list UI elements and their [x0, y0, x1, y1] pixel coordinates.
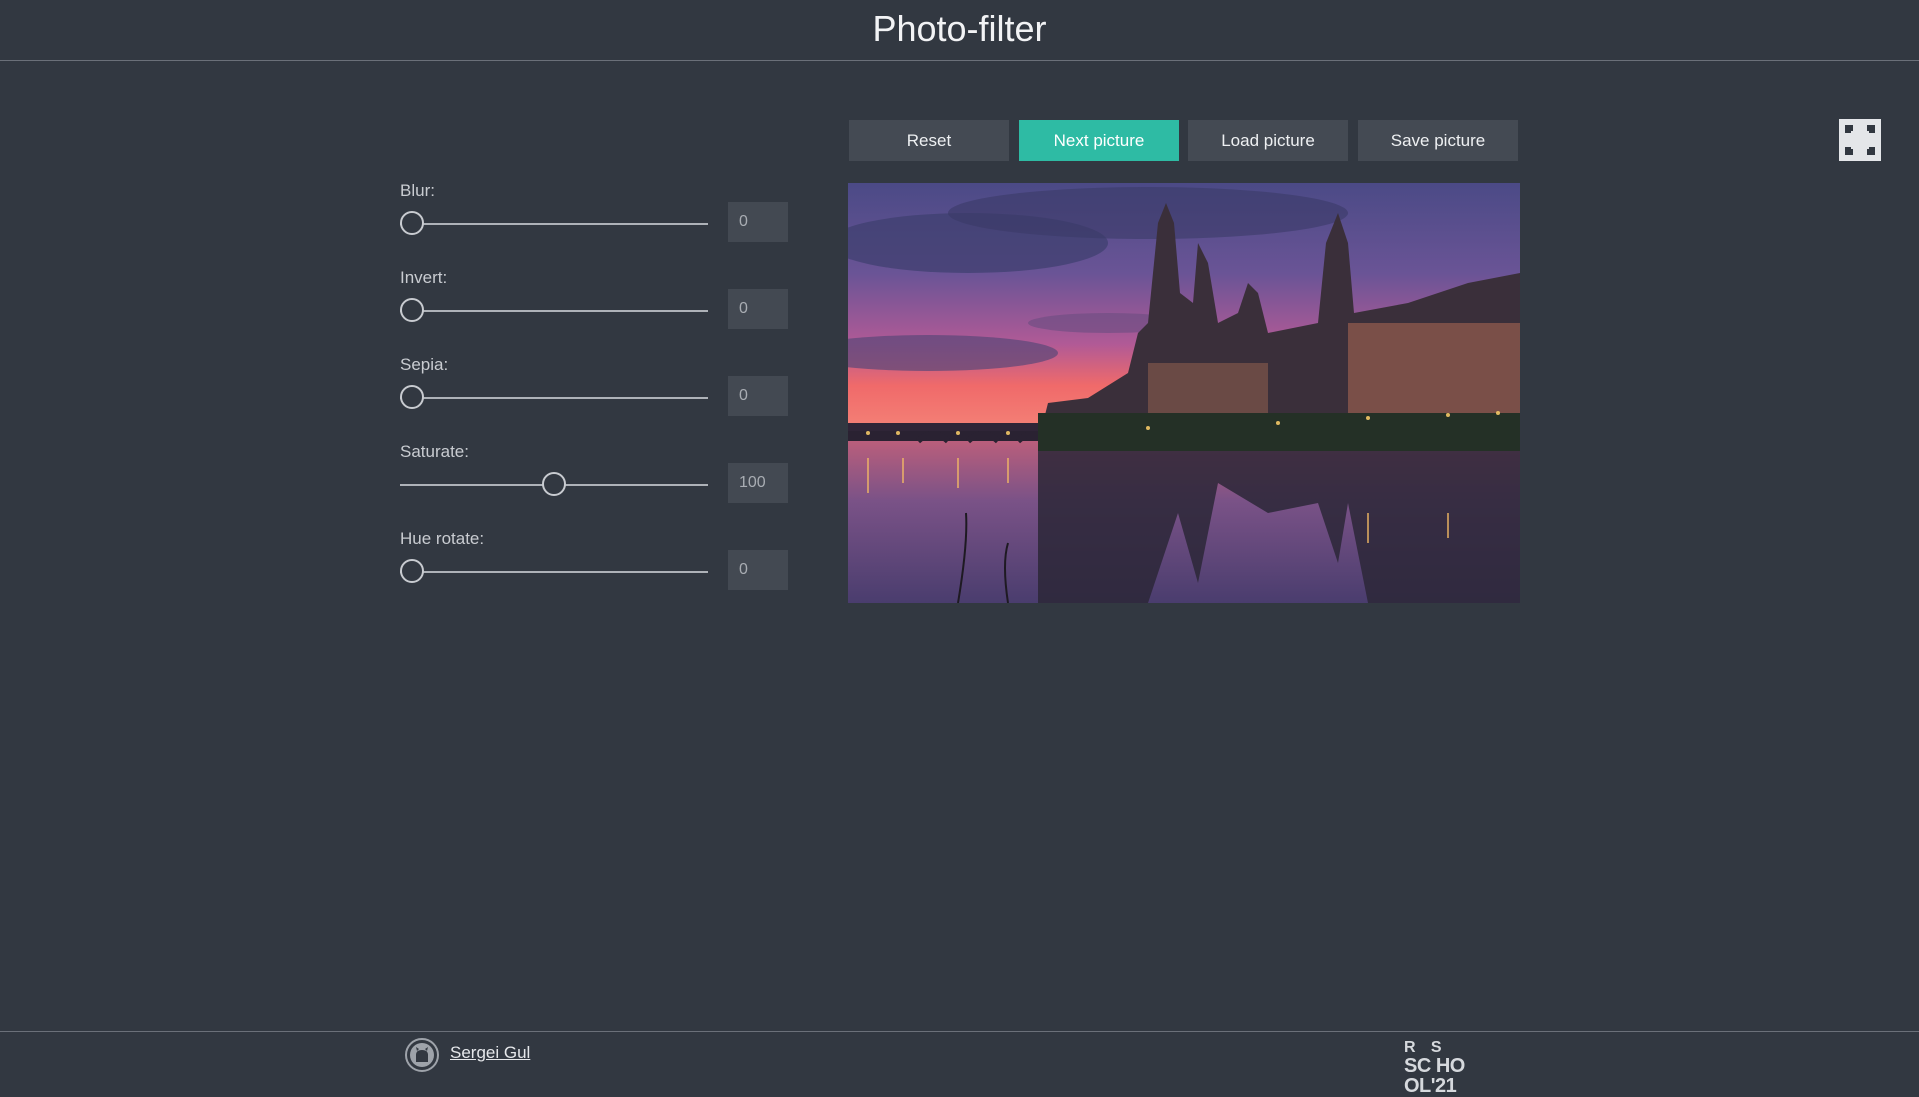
load-picture-button[interactable]: Load picture [1188, 120, 1348, 161]
save-picture-button[interactable]: Save picture [1358, 120, 1518, 161]
filter-sepia: Sepia: 0 [400, 352, 790, 422]
hue-rotate-slider-track[interactable] [400, 571, 708, 573]
filter-hue-rotate: Hue rotate: 0 [400, 526, 790, 596]
reset-button[interactable]: Reset [849, 120, 1009, 161]
blur-value[interactable]: 0 [728, 202, 788, 242]
footer [0, 1031, 1919, 1080]
saturate-slider-thumb[interactable] [542, 472, 566, 496]
photo-preview [848, 183, 1520, 603]
page-title: Photo-filter [872, 8, 1047, 49]
rs-school-logo[interactable]: R S SC HO OL'21 [1404, 1039, 1516, 1097]
blur-slider-thumb[interactable] [400, 211, 424, 235]
saturate-value[interactable]: 100 [728, 463, 788, 503]
filter-label: Invert: [400, 268, 448, 287]
filter-label: Saturate: [400, 442, 469, 461]
author-link[interactable]: Sergei Gul [450, 1043, 530, 1063]
fullscreen-icon [1839, 119, 1881, 161]
sepia-slider-thumb[interactable] [400, 385, 424, 409]
sepia-value[interactable]: 0 [728, 376, 788, 416]
fullscreen-button[interactable] [1839, 119, 1881, 161]
cathedral-sunset-photo [848, 183, 1520, 603]
filter-label: Sepia: [400, 355, 449, 374]
filter-label: Blur: [400, 181, 435, 200]
blur-slider-track[interactable] [400, 223, 708, 225]
hue-rotate-value[interactable]: 0 [728, 550, 788, 590]
invert-slider-thumb[interactable] [400, 298, 424, 322]
invert-value[interactable]: 0 [728, 289, 788, 329]
filter-blur: Blur: 0 [400, 178, 790, 248]
filter-invert: Invert: 0 [400, 265, 790, 335]
invert-slider-track[interactable] [400, 310, 708, 312]
sepia-slider-track[interactable] [400, 397, 708, 399]
filter-saturate: Saturate: 100 [400, 439, 790, 509]
rs-school-logo-line-2: SC HO OL'21 [1404, 1055, 1465, 1097]
hue-rotate-slider-thumb[interactable] [400, 559, 424, 583]
github-link[interactable] [405, 1038, 439, 1072]
header: Photo-filter [0, 0, 1919, 61]
github-icon [410, 1043, 434, 1067]
next-picture-button[interactable]: Next picture [1019, 120, 1179, 161]
filter-label: Hue rotate: [400, 529, 485, 548]
rs-school-logo-line-1: R S [1404, 1039, 1442, 1056]
